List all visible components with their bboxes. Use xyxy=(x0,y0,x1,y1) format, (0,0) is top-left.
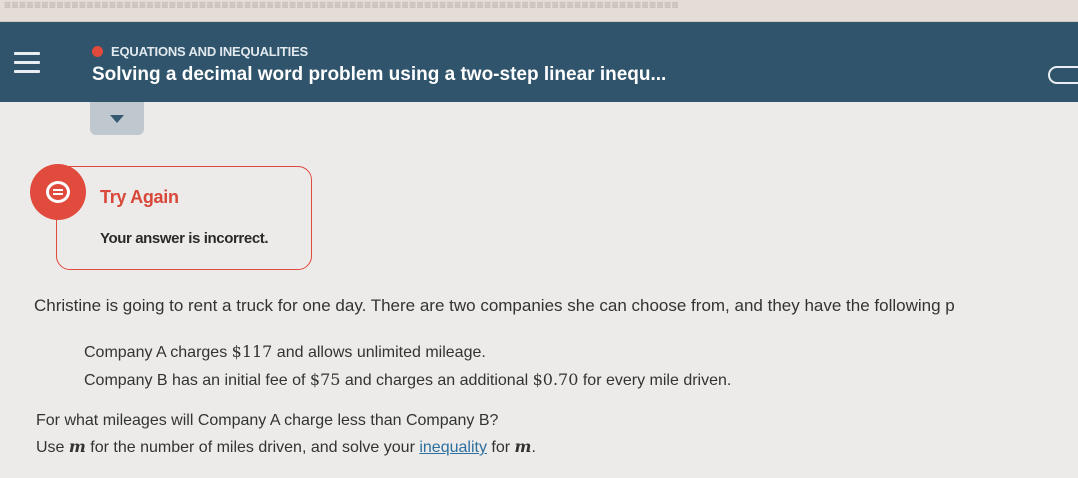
topic-text: EQUATIONS AND INEQUALITIES xyxy=(111,44,309,59)
company-b-line: Company B has an initial fee of $75 and … xyxy=(84,370,731,390)
company-a-after: and allows unlimited mileage. xyxy=(272,344,486,361)
company-b-fee: $75 xyxy=(309,370,341,389)
company-b-rate: $0.70 xyxy=(532,370,579,389)
company-a-line: Company A charges $117 and allows unlimi… xyxy=(84,342,486,362)
inequality-link[interactable]: inequality xyxy=(419,439,487,456)
chat-bubble-icon xyxy=(30,164,86,220)
variable-m-2: m xyxy=(514,437,532,456)
problem-intro: Christine is going to rent a truck for o… xyxy=(34,296,955,315)
feedback-message: Your answer is incorrect. xyxy=(100,230,269,247)
instruction-for: for xyxy=(486,439,515,456)
instruction-end: . xyxy=(531,439,536,456)
hamburger-menu-icon[interactable] xyxy=(14,52,42,74)
instruction-use: Use xyxy=(36,439,69,456)
status-dot-icon xyxy=(92,46,103,57)
page-title: Solving a decimal word problem using a t… xyxy=(92,64,667,85)
browser-url-fragment: ≡≡≡≡≡≡≡≡≡≡≡≡≡≡≡≡≡≡≡≡≡≡≡≡≡≡≡≡≡≡≡≡≡≡≡≡≡≡≡≡… xyxy=(4,0,680,12)
problem-question: For what mileages will Company A charge … xyxy=(36,412,499,429)
company-b-before: Company B has an initial fee of xyxy=(84,372,310,389)
app-header: EQUATIONS AND INEQUALITIES Solving a dec… xyxy=(0,22,1078,102)
company-b-middle: and charges an additional xyxy=(340,372,533,389)
company-a-price: $117 xyxy=(231,342,273,361)
company-a-before: Company A charges xyxy=(84,344,232,361)
variable-m: m xyxy=(68,437,86,456)
caret-down-icon xyxy=(110,114,124,123)
side-panel-toggle[interactable] xyxy=(1048,66,1078,84)
browser-address-strip: ≡≡≡≡≡≡≡≡≡≡≡≡≡≡≡≡≡≡≡≡≡≡≡≡≡≡≡≡≡≡≡≡≡≡≡≡≡≡≡≡… xyxy=(0,0,1078,22)
feedback-title: Try Again xyxy=(100,187,179,207)
topic-label: EQUATIONS AND INEQUALITIES xyxy=(92,44,308,59)
instruction-middle: for the number of miles driven, and solv… xyxy=(85,439,420,456)
problem-instruction: Use m for the number of miles driven, an… xyxy=(36,437,536,457)
company-b-after: for every mile driven. xyxy=(578,372,732,389)
dropdown-toggle-button[interactable] xyxy=(90,102,144,135)
feedback-panel xyxy=(56,166,312,270)
